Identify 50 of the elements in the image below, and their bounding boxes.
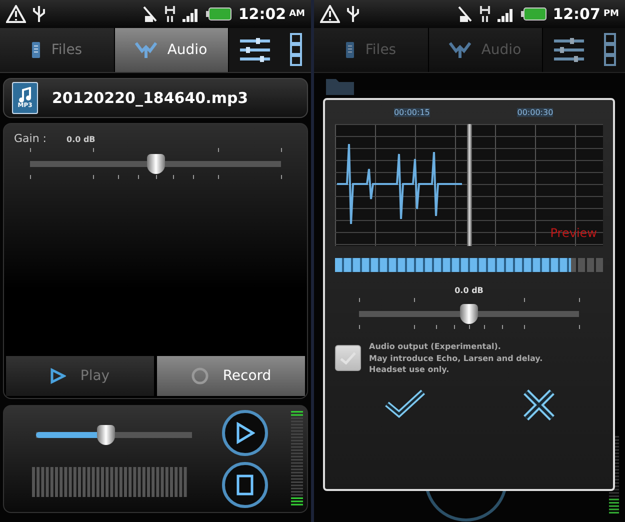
record-button[interactable]: Record	[157, 356, 305, 396]
play-icon	[50, 368, 66, 384]
waveform-icon	[135, 41, 158, 59]
preview-label: Preview	[550, 226, 597, 240]
data-icon	[164, 5, 176, 23]
battery-icon	[520, 7, 547, 21]
battery-icon	[206, 7, 232, 21]
data-icon	[478, 5, 491, 23]
tab[interactable]: Files	[314, 28, 428, 72]
menu-icon	[604, 33, 616, 67]
slider-thumb[interactable]	[97, 425, 116, 445]
clock-time: 12:02	[238, 5, 286, 23]
equalizer-icon	[238, 37, 272, 63]
file-name: 20120220_184640.mp3	[52, 89, 248, 107]
warning-icon	[320, 5, 340, 23]
signal-icon	[496, 6, 515, 22]
play-icon	[235, 422, 255, 444]
tab[interactable]: Files	[0, 28, 114, 72]
tab[interactable]: Audio	[114, 28, 229, 72]
phone-icon	[345, 41, 356, 59]
phone-icon	[31, 41, 42, 59]
folder-icon	[326, 79, 354, 95]
checkbox[interactable]	[335, 345, 361, 372]
muted-icon	[142, 5, 158, 23]
play-button[interactable]	[222, 410, 268, 456]
checkmark-icon	[339, 351, 357, 366]
gain-reading: 0.0 dB	[454, 286, 484, 295]
warning-icon	[6, 5, 26, 23]
timeline-label: 00:00:30	[517, 108, 554, 117]
waveform-icon	[449, 41, 472, 59]
circle-icon	[190, 367, 209, 385]
clock-meridiem: AM	[289, 9, 305, 19]
gain-label: Gain :	[14, 132, 46, 145]
muted-icon	[456, 5, 473, 23]
stop-icon	[236, 474, 254, 496]
play-button[interactable]: Play	[6, 356, 154, 396]
usb-icon	[32, 5, 46, 23]
option-description: Audio output (Experimental). May introduce Echo, Larsen and delay. Headset use only.	[369, 341, 543, 376]
slider-thumb[interactable]	[146, 154, 164, 174]
usb-icon	[346, 5, 360, 23]
equalizer-icon	[552, 37, 586, 63]
menu-icon	[290, 33, 302, 67]
gain-reading: 0.0 dB	[66, 135, 96, 144]
tab[interactable]: Audio	[428, 28, 543, 72]
stop-button[interactable]	[222, 462, 268, 508]
clock-time: 12:07	[552, 5, 600, 23]
signal-icon	[182, 6, 200, 22]
slider-thumb[interactable]	[460, 304, 478, 324]
clock-meridiem: PM	[603, 9, 619, 19]
timeline-label: 00:00:15	[394, 108, 430, 117]
